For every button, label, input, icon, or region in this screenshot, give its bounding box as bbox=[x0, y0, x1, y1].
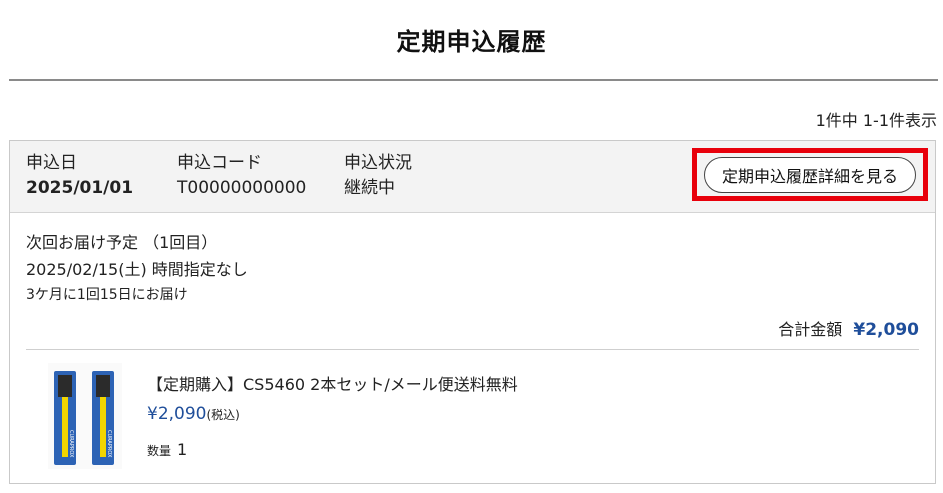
total-amount: ¥2,090 bbox=[853, 320, 919, 340]
order-status-label: 申込状況 bbox=[344, 153, 412, 173]
next-delivery-label: 次回お届け予定 （1回目） bbox=[26, 233, 218, 252]
title-divider bbox=[9, 79, 938, 81]
order-status-column: 申込状況 継続中 bbox=[344, 151, 412, 201]
delivery-frequency: 3ケ月に1回15日にお届け bbox=[26, 287, 188, 303]
product-price-value: ¥2,090 bbox=[147, 404, 207, 424]
toothbrush-product-image[interactable]: CURAPROX CURAPROX bbox=[48, 363, 122, 469]
order-code-value: T00000000000 bbox=[177, 178, 307, 198]
quantity-label: 数量 bbox=[147, 444, 172, 458]
brand-logo-text: CURAPROX bbox=[68, 430, 74, 458]
next-delivery-date: 2025/02/15(土) 時間指定なし bbox=[26, 260, 248, 279]
quantity-value: 1 bbox=[177, 440, 188, 459]
product-quantity: 数量 1 bbox=[147, 440, 187, 459]
order-date-column: 申込日 2025/01/01 bbox=[26, 151, 133, 201]
tax-note: (税込) bbox=[206, 408, 240, 422]
product-name[interactable]: 【定期購入】CS5460 2本セット/メール便送料無料 bbox=[147, 371, 518, 395]
toothbrush-image-right: CURAPROX bbox=[92, 371, 114, 465]
next-delivery-info: 次回お届け予定 （1回目） 2025/02/15(土) 時間指定なし 3ケ月に1… bbox=[26, 229, 248, 307]
order-code-label: 申込コード bbox=[177, 153, 262, 173]
order-status-value: 継続中 bbox=[344, 178, 395, 198]
order-code-column: 申込コード T00000000000 bbox=[177, 151, 306, 201]
order-date-label: 申込日 bbox=[26, 153, 77, 173]
order-date-value: 2025/01/01 bbox=[26, 178, 134, 198]
pagination-count: 1件中 1-1件表示 bbox=[815, 111, 937, 130]
brand-logo-text: CURAPROX bbox=[106, 430, 112, 458]
order-total: 合計金額 ¥2,090 bbox=[778, 316, 919, 340]
product-price: ¥2,090(税込) bbox=[147, 404, 240, 424]
view-subscription-detail-button[interactable]: 定期申込履歴詳細を見る bbox=[704, 157, 916, 193]
product-divider bbox=[26, 349, 919, 350]
subscription-card-header: 申込日 2025/01/01 申込コード T00000000000 申込状況 継… bbox=[10, 141, 935, 213]
detail-button-highlight: 定期申込履歴詳細を見る bbox=[692, 148, 928, 201]
page-title: 定期申込履歴 bbox=[396, 28, 547, 56]
toothbrush-image-left: CURAPROX bbox=[54, 371, 76, 465]
total-label: 合計金額 bbox=[778, 320, 843, 339]
subscription-card: 申込日 2025/01/01 申込コード T00000000000 申込状況 継… bbox=[9, 140, 936, 484]
